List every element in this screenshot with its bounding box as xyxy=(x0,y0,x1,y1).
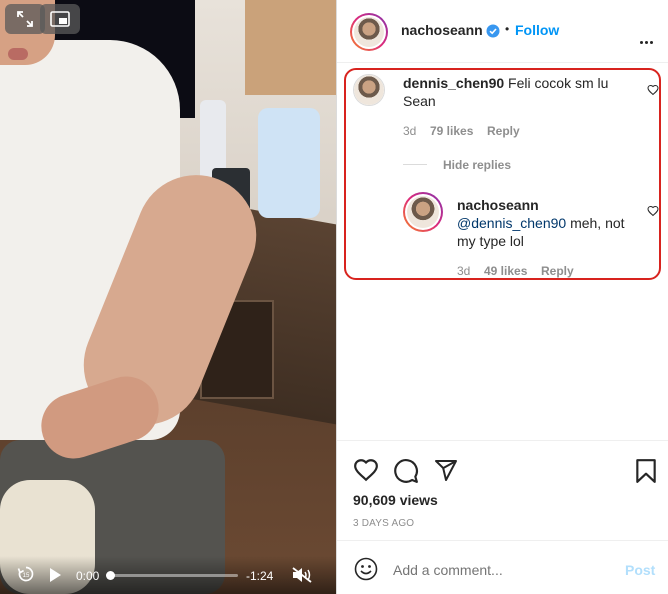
save-bookmark-icon[interactable] xyxy=(635,458,657,484)
remaining-time: -1:24 xyxy=(246,569,274,583)
post-timestamp[interactable]: 3 DAYS AGO xyxy=(353,518,414,529)
picture-in-picture-button[interactable] xyxy=(40,4,80,34)
replies-divider xyxy=(403,164,427,165)
like-heart-icon[interactable] xyxy=(353,458,379,482)
reply-mention-link[interactable]: @dennis_chen90 xyxy=(457,215,566,231)
post-details-panel: nachoseann • Follow dennis_chen90 Feli c… xyxy=(336,0,668,594)
comment-composer: Post xyxy=(337,540,668,594)
post-comment-button[interactable]: Post xyxy=(625,562,655,578)
play-icon[interactable] xyxy=(48,567,62,583)
follow-button[interactable]: Follow xyxy=(515,22,559,38)
reply-like-heart-icon[interactable] xyxy=(647,205,659,217)
comment-likes[interactable]: 79 likes xyxy=(430,124,473,138)
svg-text:15: 15 xyxy=(23,573,30,579)
emoji-icon[interactable] xyxy=(354,557,378,581)
reply-author-avatar[interactable] xyxy=(403,192,443,232)
replay-icon[interactable]: 15 xyxy=(17,565,35,583)
author-username[interactable]: nachoseann xyxy=(401,22,483,38)
reply-body: nachoseann @dennis_chen90 meh, not my ty… xyxy=(457,196,637,250)
share-send-icon[interactable] xyxy=(433,458,459,482)
comment-body: dennis_chen90 Feli cocok sm lu Sean xyxy=(403,74,623,110)
reply-username[interactable]: nachoseann xyxy=(457,196,637,214)
comment-like-heart-icon[interactable] xyxy=(647,84,659,96)
comment-reply-button[interactable]: Reply xyxy=(487,124,520,138)
commenter-avatar[interactable] xyxy=(353,74,385,106)
muted-speaker-icon[interactable] xyxy=(291,566,313,584)
expand-button[interactable] xyxy=(5,4,45,34)
verified-badge-icon xyxy=(486,24,500,38)
video-frame-poster xyxy=(245,0,336,95)
separator-dot: • xyxy=(505,22,510,36)
current-time: 0:00 xyxy=(76,569,100,583)
comment-username[interactable]: dennis_chen90 xyxy=(403,75,504,91)
video-progress-bar[interactable] xyxy=(106,571,238,580)
author-avatar[interactable] xyxy=(350,13,388,51)
add-comment-input[interactable] xyxy=(391,557,595,583)
reply-likes[interactable]: 49 likes xyxy=(484,264,527,278)
more-options-icon[interactable] xyxy=(640,31,655,49)
video-player[interactable] xyxy=(0,0,336,594)
picture-in-picture-icon xyxy=(50,11,70,27)
comment-bubble-icon[interactable] xyxy=(393,458,419,484)
actions-divider xyxy=(337,440,668,441)
expand-icon xyxy=(17,11,33,27)
comment-age[interactable]: 3d xyxy=(403,124,416,138)
post-header: nachoseann • Follow xyxy=(337,0,668,63)
video-frame-mouth xyxy=(8,48,28,60)
reply-reply-button[interactable]: Reply xyxy=(541,264,574,278)
view-count[interactable]: 90,609 views xyxy=(353,492,438,508)
reply-age[interactable]: 3d xyxy=(457,264,470,278)
video-frame-jar xyxy=(258,108,320,218)
hide-replies-button[interactable]: Hide replies xyxy=(443,158,511,172)
video-scrubber-knob[interactable] xyxy=(106,571,115,580)
